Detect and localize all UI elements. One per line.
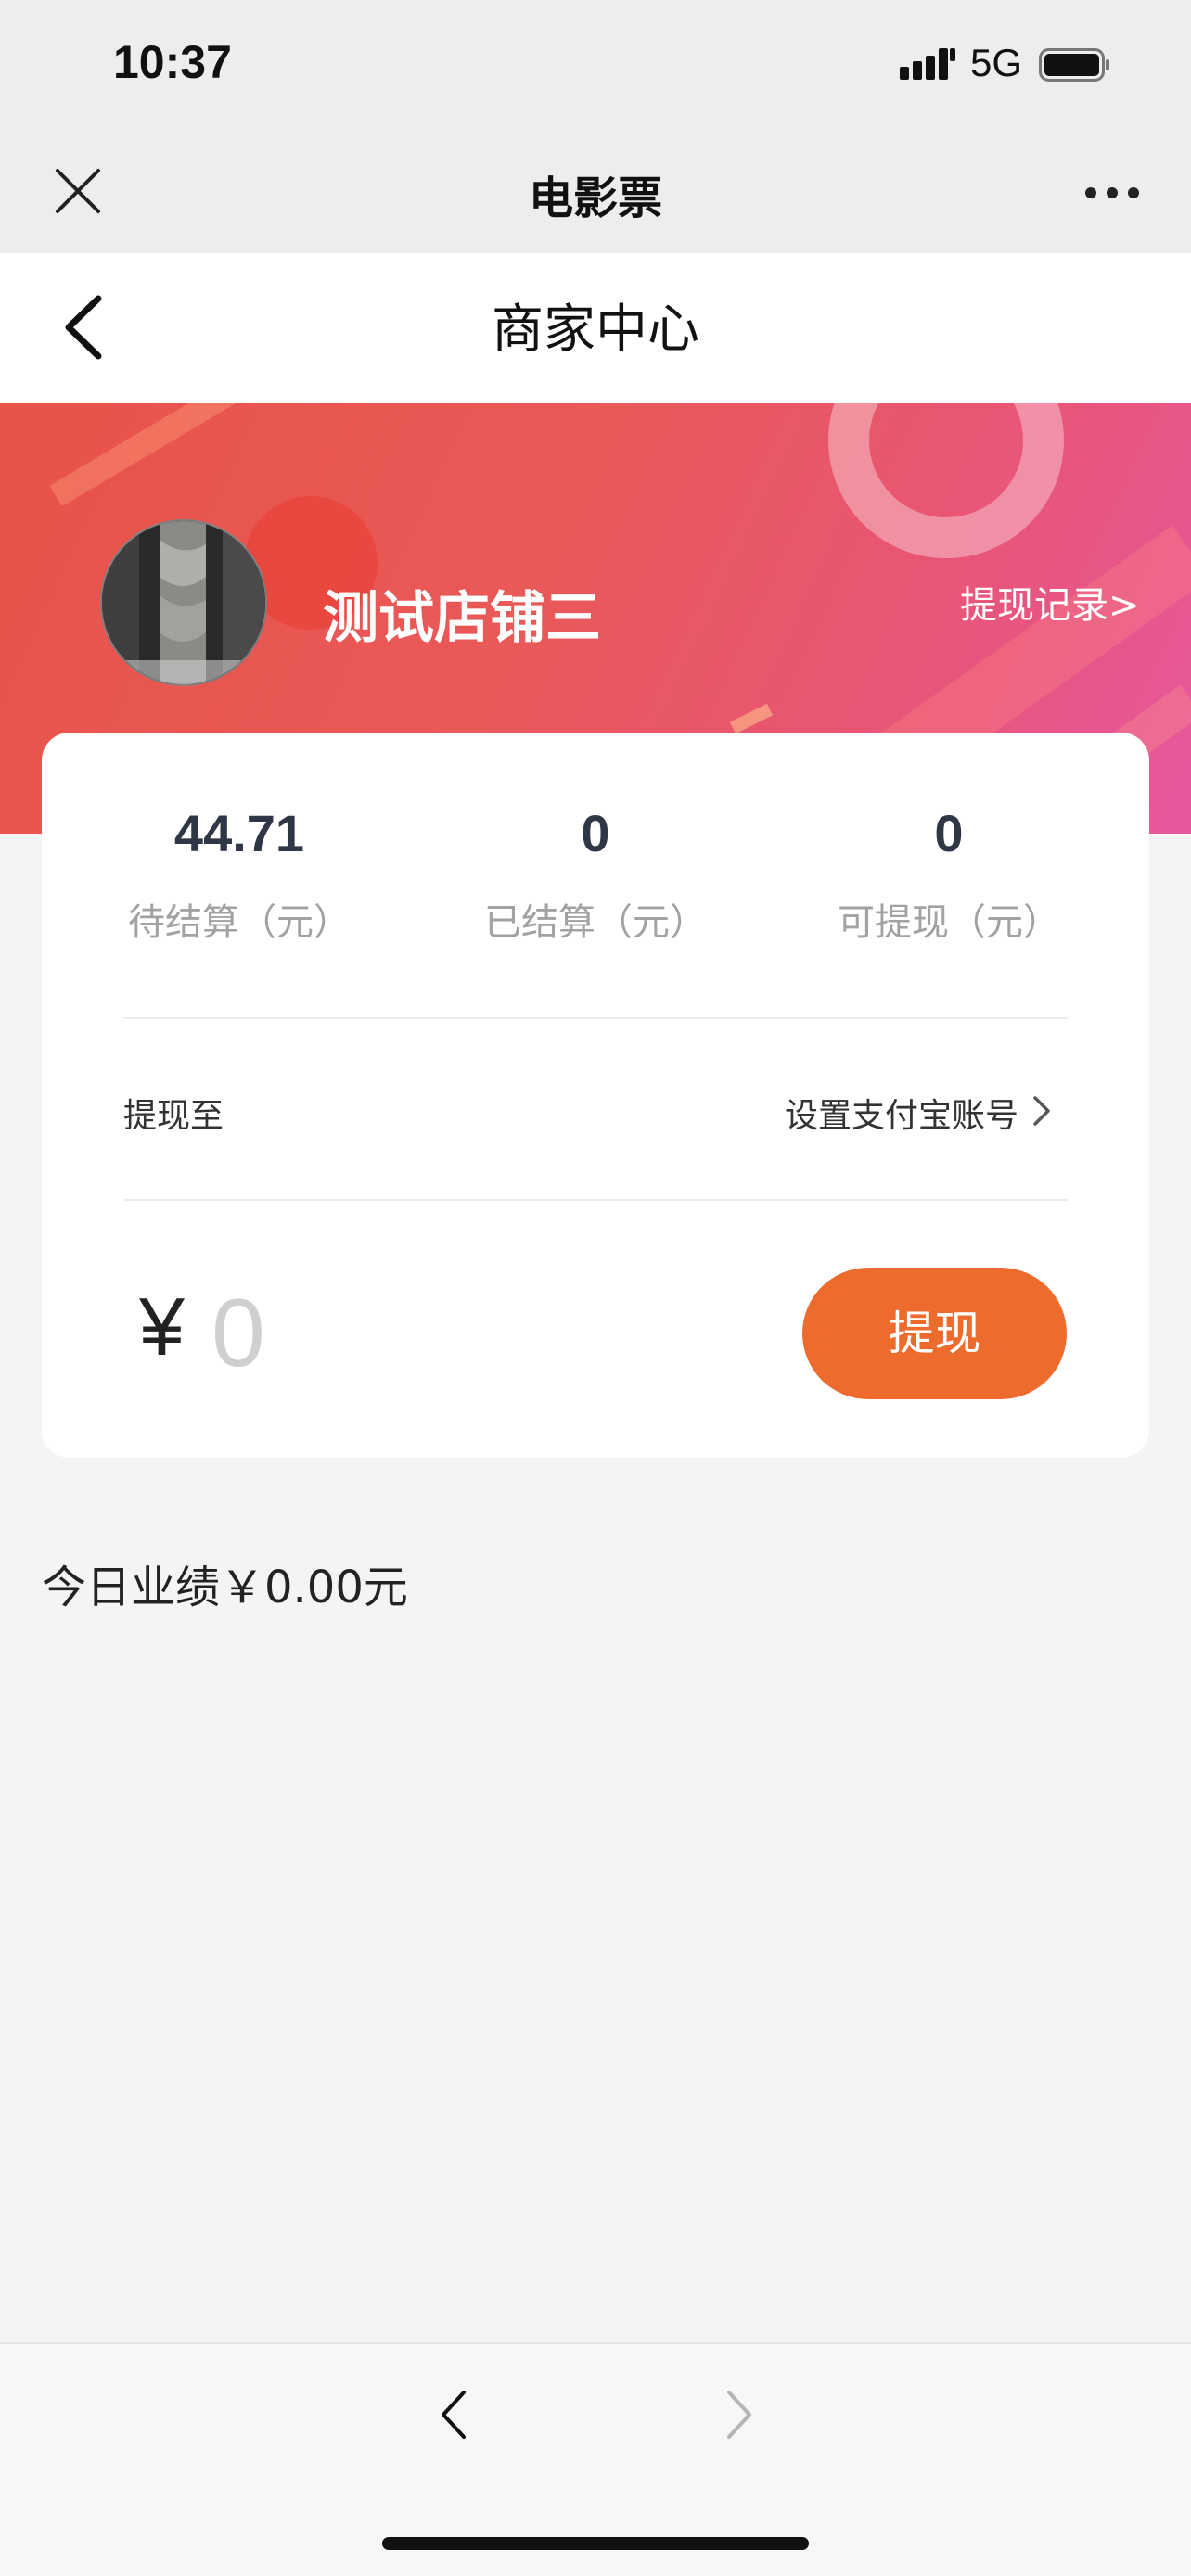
withdraw-amount-input[interactable] (211, 1278, 694, 1389)
withdraw-to-label: 提现至 (123, 1097, 224, 1135)
more-icon[interactable] (1083, 185, 1141, 200)
divider (123, 1199, 1068, 1201)
chevron-right-icon[interactable] (1031, 1094, 1052, 1128)
signal-icon (900, 48, 955, 80)
mini-program-title: 电影票 (528, 172, 662, 224)
nav-forward-icon[interactable] (720, 2387, 757, 2442)
stat-withdrawable-value: 0 (934, 804, 964, 862)
stat-pending-value: 44.71 (173, 804, 305, 862)
set-alipay-account-link[interactable]: 设置支付宝账号 (785, 1089, 1018, 1137)
shop-avatar (100, 519, 267, 686)
avatar-image (102, 521, 265, 684)
home-indicator (382, 2537, 809, 2550)
network-type: 5G (970, 41, 1023, 84)
shop-name: 测试店铺三 (323, 586, 601, 651)
withdraw-record-link[interactable]: 提现记录> (960, 575, 1140, 629)
currency-symbol: ¥ (139, 1281, 185, 1372)
withdraw-button[interactable]: 提现 (802, 1268, 1067, 1399)
divider (123, 1017, 1068, 1019)
status-time: 10:37 (113, 36, 232, 88)
page-title: 商家中心 (492, 300, 699, 360)
stat-withdrawable-label: 可提现（元） (838, 901, 1060, 944)
battery-icon (1039, 48, 1109, 82)
stat-settled-label: 已结算（元） (484, 901, 707, 944)
stat-settled-value: 0 (581, 804, 610, 862)
today-performance: 今日业绩￥0.00元 (42, 1562, 408, 1613)
nav-back-icon[interactable] (436, 2387, 473, 2442)
stat-pending-label: 待结算（元） (128, 901, 351, 944)
